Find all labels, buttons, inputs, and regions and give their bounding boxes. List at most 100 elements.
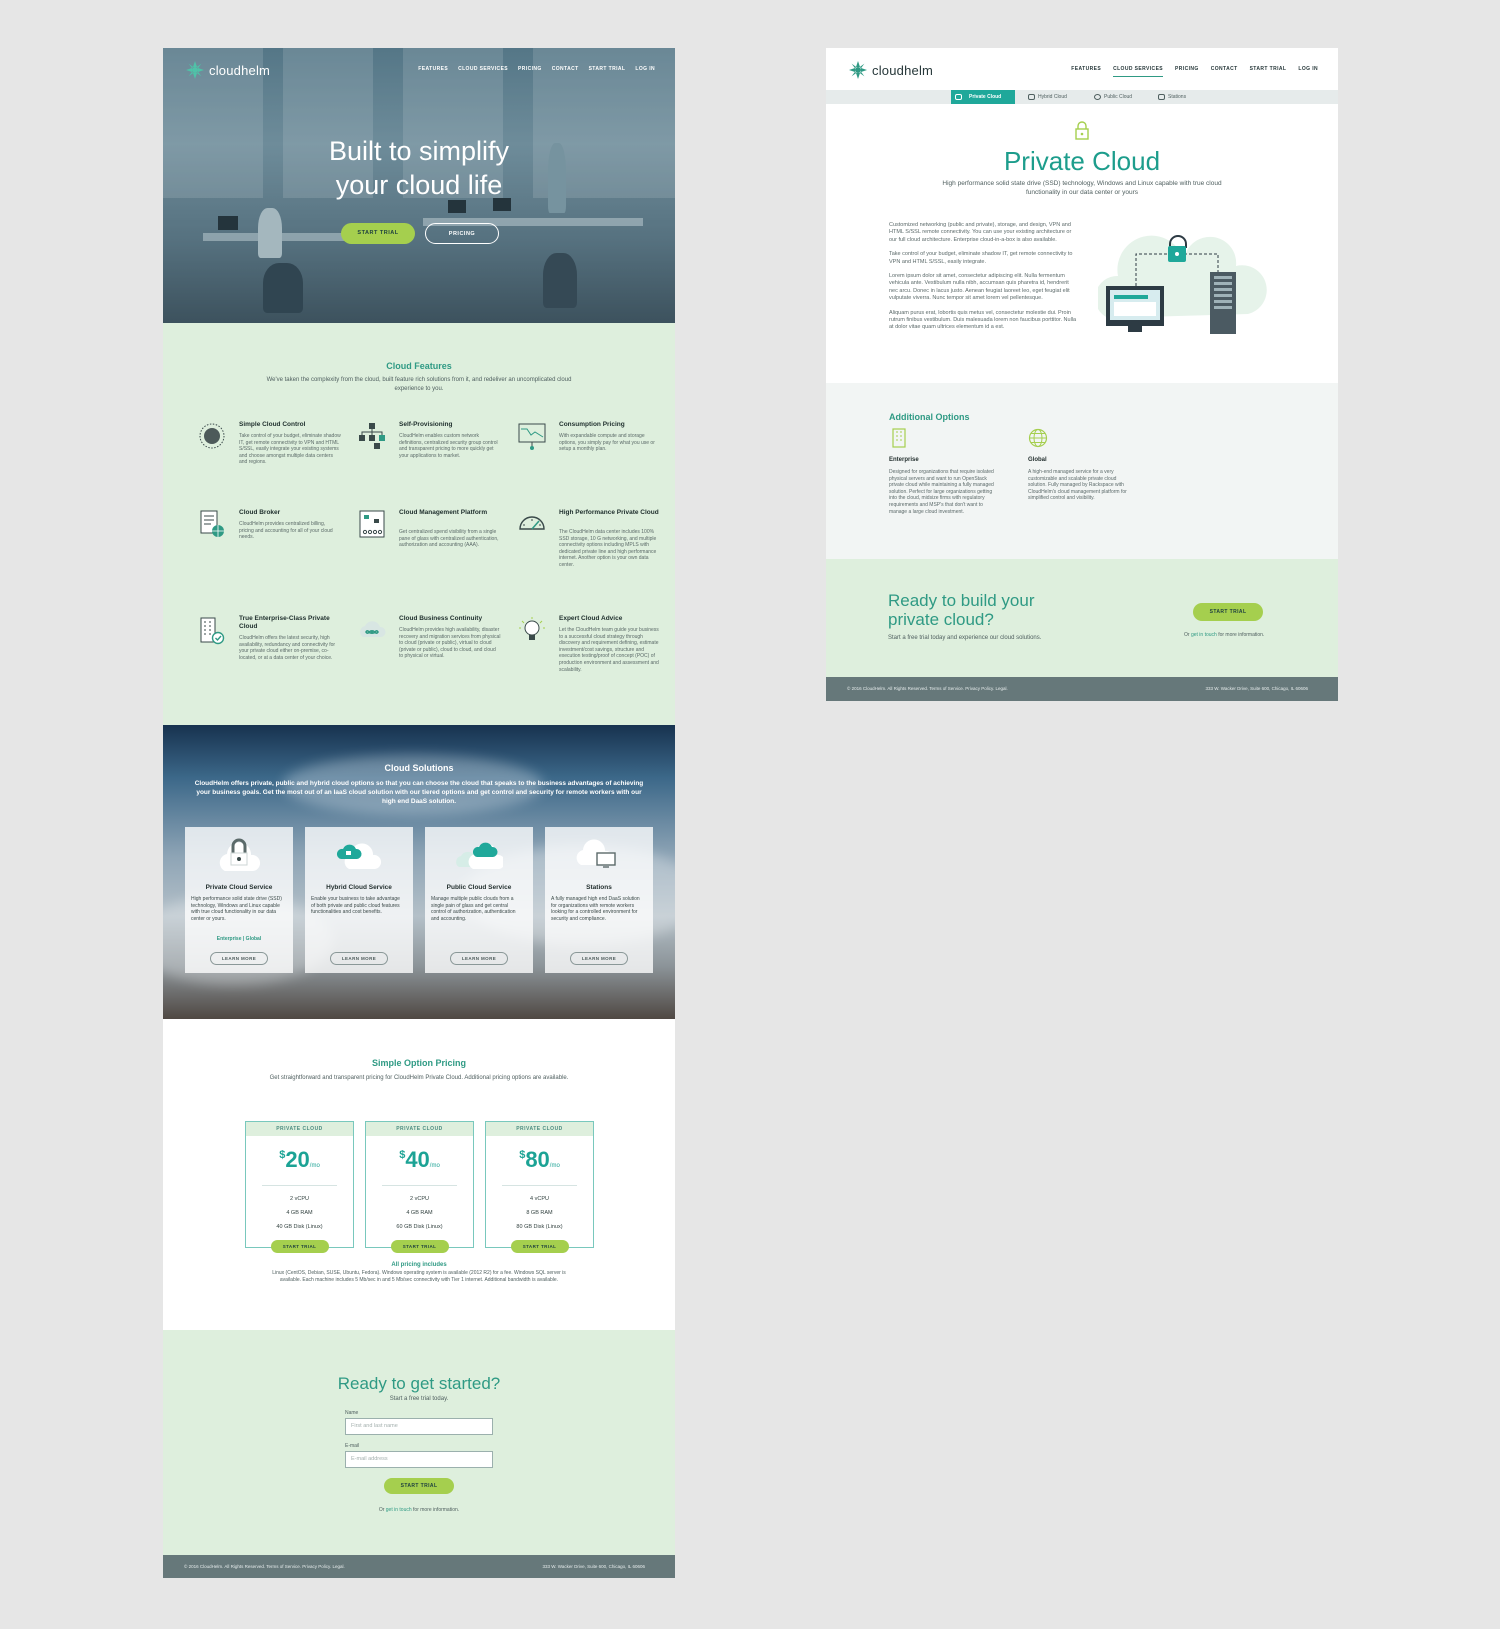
page-title: Private Cloud xyxy=(1003,146,1161,176)
contact-line: Or get in touch for more information. xyxy=(163,1507,675,1513)
page-subtitle: High performance solid state drive (SSD)… xyxy=(942,180,1222,196)
solution-card-public: Public Cloud Service Manage multiple pub… xyxy=(425,827,533,973)
price-card-40: PRIVATE CLOUD $40/mo 2 vCPU 4 GB RAM 60 … xyxy=(365,1121,474,1253)
feature-title: Cloud Broker xyxy=(239,509,281,516)
solutions-subtitle: CloudHelm offers private, public and hyb… xyxy=(194,780,644,805)
option-enterprise[interactable]: Enterprise Designed for organizations th… xyxy=(889,428,995,515)
document-globe-icon xyxy=(200,510,224,537)
lock-icon xyxy=(955,94,962,100)
public-cloud-icon xyxy=(456,842,503,869)
nav-start-trial[interactable]: START TRIAL xyxy=(589,66,626,72)
feature-expert-cloud-advice: Expert Cloud Advice Let the CloudHelm te… xyxy=(515,615,675,699)
get-in-touch-link[interactable]: get in touch xyxy=(1191,632,1217,638)
feature-desc: The CloudHelm data center includes 100% … xyxy=(559,529,657,568)
learn-more-button[interactable]: LEARN MORE xyxy=(330,952,388,965)
solution-title: Stations xyxy=(586,884,612,891)
learn-more-button[interactable]: LEARN MORE xyxy=(570,952,628,965)
plan-label: PRIVATE CLOUD xyxy=(486,1122,593,1136)
price-value: 40 xyxy=(405,1147,430,1172)
pricing-includes-title: All pricing includes xyxy=(391,1262,447,1268)
nav-log-in[interactable]: LOG IN xyxy=(1298,66,1318,77)
plan-cpu: 2 vCPU xyxy=(290,1196,309,1202)
body-paragraph: Take control of your budget, eliminate s… xyxy=(889,251,1073,265)
tab-public-cloud[interactable]: Public Cloud xyxy=(1090,90,1132,104)
nav-contact[interactable]: CONTACT xyxy=(552,66,579,72)
ready-start-trial-button[interactable]: START TRIAL xyxy=(1193,603,1263,621)
email-input[interactable]: E-mail address xyxy=(345,1451,493,1468)
nav-features[interactable]: FEATURES xyxy=(418,66,448,72)
get-started-start-trial-button[interactable]: START TRIAL xyxy=(384,1478,454,1494)
email-label: E-mail xyxy=(345,1443,360,1449)
feature-title: Self-Provisioning xyxy=(399,421,453,428)
cloud-solutions-section: Cloud Solutions CloudHelm offers private… xyxy=(163,725,675,1019)
get-in-touch-link[interactable]: get in touch xyxy=(386,1507,412,1513)
lightbulb-icon xyxy=(519,617,545,640)
option-global[interactable]: Global A high-end managed service for a … xyxy=(1028,428,1134,502)
nav-cloud-services[interactable]: CLOUD SERVICES xyxy=(1113,66,1164,77)
option-desc: Designed for organizations that require … xyxy=(889,469,994,515)
pricing-subtitle: Get straightforward and transparent pric… xyxy=(269,1075,569,1081)
feature-title: Cloud Management Platform xyxy=(399,509,488,516)
private-cloud-footer: © 2016 CloudHelm. All Rights Reserved. T… xyxy=(826,677,1338,701)
feature-high-performance-private-cloud: High Performance Private Cloud The Cloud… xyxy=(515,509,675,593)
plan-cpu: 2 vCPU xyxy=(410,1196,429,1202)
cloudhelm-logo[interactable]: cloudhelm xyxy=(848,60,933,80)
nav-start-trial[interactable]: START TRIAL xyxy=(1250,66,1287,77)
feature-title: Consumption Pricing xyxy=(559,421,625,428)
chart-icon xyxy=(518,423,546,450)
tab-hybrid-cloud[interactable]: Hybrid Cloud xyxy=(1024,90,1067,104)
hero-title: Built to simplify your cloud life xyxy=(328,136,510,200)
tab-private-cloud[interactable]: Private Cloud xyxy=(951,90,1015,104)
price-period: /mo xyxy=(309,1163,320,1169)
nav-pricing[interactable]: PRICING xyxy=(518,66,542,72)
cloudhelm-logo[interactable]: cloudhelm xyxy=(185,60,270,80)
nav-cloud-services[interactable]: CLOUD SERVICES xyxy=(458,66,508,72)
tab-stations[interactable]: Stations xyxy=(1154,90,1186,104)
solution-card-stations: Stations A fully managed high end DaaS s… xyxy=(545,827,653,973)
cloudhelm-logo-icon xyxy=(848,60,868,80)
hero-section: cloudhelm FEATURES CLOUD SERVICES PRICIN… xyxy=(163,48,675,323)
learn-more-button[interactable]: LEARN MORE xyxy=(210,952,268,965)
plan-label: PRIVATE CLOUD xyxy=(246,1122,353,1136)
building-icon xyxy=(892,428,906,448)
plan-ram: 8 GB RAM xyxy=(526,1210,553,1216)
speedometer-icon xyxy=(519,516,545,530)
feature-title: High Performance Private Cloud xyxy=(559,509,659,516)
price-value: 80 xyxy=(525,1147,550,1172)
ready-title: Ready to build your private cloud? xyxy=(888,591,1035,629)
cloud-features-section: Cloud Features We've taken the complexit… xyxy=(163,323,675,725)
plan-start-trial-button[interactable]: START TRIAL xyxy=(270,1240,329,1253)
plan-start-trial-button[interactable]: START TRIAL xyxy=(390,1240,449,1253)
or-suffix: for more information. xyxy=(413,1507,460,1513)
feature-self-provisioning: Self-Provisioning CloudHelm enables cust… xyxy=(355,421,515,505)
building-check-icon xyxy=(200,617,225,645)
hero-pricing-button[interactable]: PRICING xyxy=(425,223,499,244)
plan-label: PRIVATE CLOUD xyxy=(366,1122,473,1136)
footer-copyright[interactable]: © 2016 CloudHelm. All Rights Reserved. T… xyxy=(847,686,1008,691)
nav-pricing[interactable]: PRICING xyxy=(1175,66,1199,77)
feature-desc: CloudHelm provides high availability, di… xyxy=(399,627,501,660)
cloudhelm-logo-icon xyxy=(185,60,205,80)
dial-icon xyxy=(199,423,225,449)
footer-copyright[interactable]: © 2016 CloudHelm. All Rights Reserved. T… xyxy=(184,1564,345,1569)
pricing-title: Simple Option Pricing xyxy=(371,1058,466,1068)
private-cloud-page-mockup: cloudhelm FEATURES CLOUD SERVICES PRICIN… xyxy=(826,48,1338,701)
price-value: 20 xyxy=(285,1147,310,1172)
hero-start-trial-button[interactable]: START TRIAL xyxy=(341,223,415,244)
cloud-infinity-icon xyxy=(360,621,386,637)
nav-contact[interactable]: CONTACT xyxy=(1211,66,1238,77)
features-title: Cloud Features xyxy=(386,361,452,371)
learn-more-button[interactable]: LEARN MORE xyxy=(450,952,508,965)
brand-name: cloudhelm xyxy=(872,62,934,78)
solution-desc: Manage multiple public clouds from a sin… xyxy=(431,896,516,922)
tab-label: Private Cloud xyxy=(969,94,1002,100)
plan-start-trial-button[interactable]: START TRIAL xyxy=(510,1240,569,1253)
plan-price: $20/mo xyxy=(246,1142,353,1179)
name-input[interactable]: First and last name xyxy=(345,1418,493,1435)
page-body: Customized networking (public and privat… xyxy=(889,222,1077,339)
solution-sub-links[interactable]: Enterprise | Global xyxy=(185,936,293,942)
ready-section: Ready to build your private cloud? Start… xyxy=(826,559,1338,677)
nav-features[interactable]: FEATURES xyxy=(1071,66,1101,77)
nav-log-in[interactable]: LOG IN xyxy=(635,66,655,72)
feature-desc: Get centralized spend visibility from a … xyxy=(399,529,499,549)
